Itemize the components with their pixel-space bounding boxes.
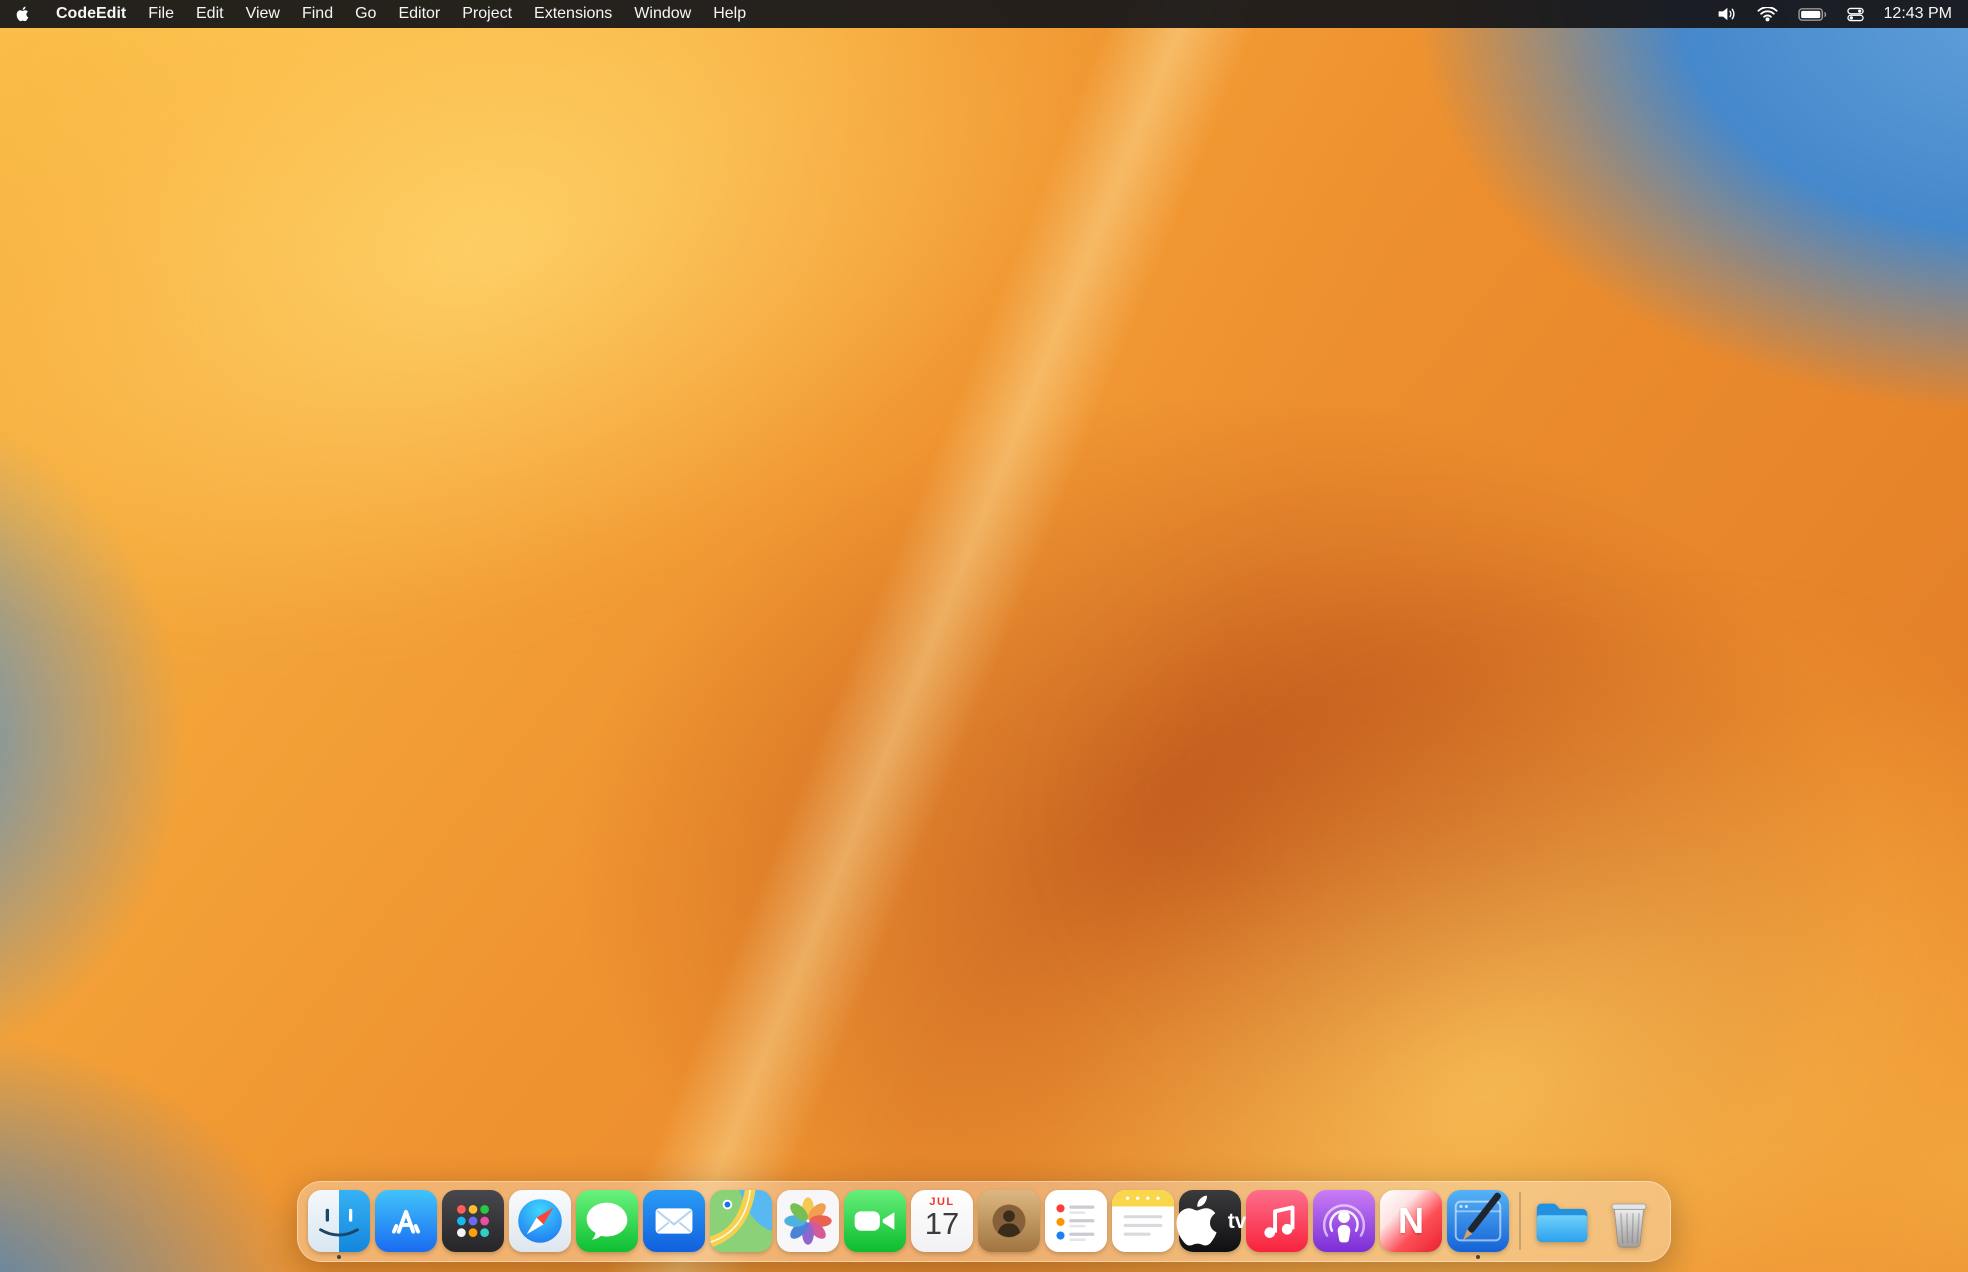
menu-help[interactable]: Help [702, 0, 757, 28]
dock-reminders-icon[interactable] [1045, 1190, 1107, 1252]
dock-notes-icon[interactable] [1112, 1190, 1174, 1252]
dock-trash-icon[interactable] [1598, 1190, 1660, 1252]
running-indicator [337, 1255, 341, 1259]
dock-facetime-icon[interactable] [844, 1190, 906, 1252]
menu-edit[interactable]: Edit [185, 0, 235, 28]
tv-label: tv [1228, 1211, 1247, 1232]
menu-bar-status: 12:43 PM [1706, 0, 1968, 28]
dock-contacts-icon[interactable] [978, 1190, 1040, 1252]
dock-separator [1519, 1192, 1521, 1250]
wifi-icon[interactable] [1747, 0, 1788, 28]
dock-launchpad-icon[interactable] [442, 1190, 504, 1252]
control-center-icon[interactable] [1837, 0, 1874, 28]
dock-finder-icon[interactable] [308, 1190, 370, 1252]
menu-find[interactable]: Find [291, 0, 344, 28]
dock: JUL 17 [297, 1181, 1671, 1262]
dock-music-icon[interactable] [1246, 1190, 1308, 1252]
battery-icon[interactable] [1788, 0, 1837, 28]
dock-messages-icon[interactable] [576, 1190, 638, 1252]
wallpaper-petal [754, 241, 1968, 1272]
dock-codeedit-icon[interactable] [1447, 1190, 1509, 1252]
volume-icon[interactable] [1706, 0, 1747, 28]
desktop-wallpaper [0, 0, 1968, 1272]
menu-extensions[interactable]: Extensions [523, 0, 623, 28]
wallpaper-petal-edge [0, 0, 1968, 1272]
wallpaper-petal [494, 218, 1968, 1272]
news-letter: N [1398, 1203, 1424, 1239]
dock-calendar-icon[interactable]: JUL 17 [911, 1190, 973, 1252]
menu-bar-left: CodeEdit File Edit View Find Go Editor P… [0, 0, 757, 28]
calendar-day-label: 17 [925, 1208, 959, 1241]
dock-maps-icon[interactable] [710, 1190, 772, 1252]
apple-logo-glyph [1174, 1190, 1226, 1252]
menu-window[interactable]: Window [623, 0, 702, 28]
dock-safari-icon[interactable] [509, 1190, 571, 1252]
dock-mail-icon[interactable] [643, 1190, 705, 1252]
wallpaper-petal [0, 0, 1425, 960]
dock-news-icon[interactable]: N [1380, 1190, 1442, 1252]
menu-editor[interactable]: Editor [387, 0, 451, 28]
menu-view[interactable]: View [235, 0, 291, 28]
dock-tv-icon[interactable]: tv [1179, 1190, 1241, 1252]
menu-go[interactable]: Go [344, 0, 387, 28]
menu-bar: CodeEdit File Edit View Find Go Editor P… [0, 0, 1968, 28]
apple-menu-icon[interactable] [0, 0, 45, 28]
menu-project[interactable]: Project [451, 0, 523, 28]
app-menu-codeedit[interactable]: CodeEdit [45, 0, 137, 28]
running-indicator [1476, 1255, 1480, 1259]
dock-podcasts-icon[interactable] [1313, 1190, 1375, 1252]
dock-app-store-icon[interactable] [375, 1190, 437, 1252]
dock-photos-icon[interactable] [777, 1190, 839, 1252]
dock-folder-icon[interactable] [1531, 1190, 1593, 1252]
menu-bar-clock[interactable]: 12:43 PM [1874, 0, 1968, 28]
menu-file[interactable]: File [137, 0, 185, 28]
